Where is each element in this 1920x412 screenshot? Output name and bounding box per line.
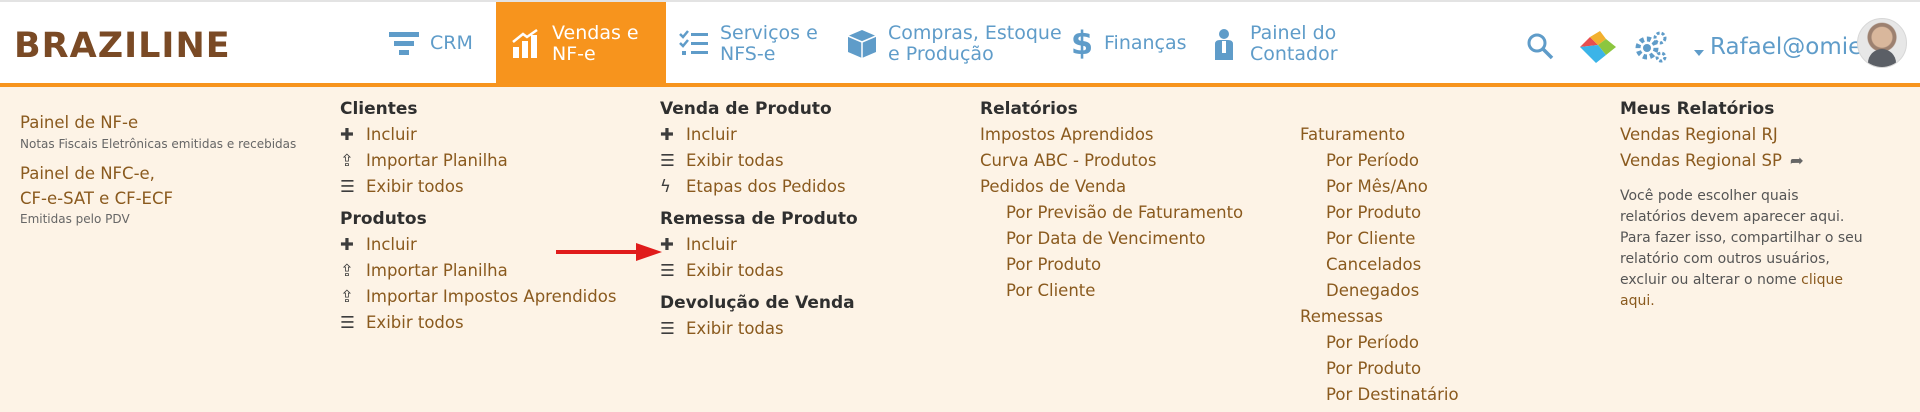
remessas-por-produto[interactable]: Por Produto — [1300, 356, 1600, 382]
nav-crm-label: CRM — [430, 32, 473, 54]
upload-icon: ⇪ — [340, 261, 354, 280]
heading-relatorios: Relatórios — [980, 99, 1078, 119]
plus-icon: ✚ — [340, 235, 354, 254]
nav-compras[interactable]: Compras, Estoque e Produção — [844, 2, 1062, 85]
devolucao-exibir-todas[interactable]: ☰ Exibir todas — [660, 316, 960, 342]
venda-exibir-todas[interactable]: ☰ Exibir todas — [660, 148, 960, 174]
nav-underline — [0, 83, 1920, 87]
upload-icon: ⇪ — [340, 287, 354, 306]
box-icon — [844, 26, 880, 62]
top-bar: BRAZILINE CRM Vendas e NF-e Serviços e NFS… — [0, 0, 1920, 85]
nav-financas[interactable]: $ Finanças — [1068, 2, 1187, 85]
checklist-icon — [676, 26, 712, 62]
dollar-icon: $ — [1070, 24, 1094, 62]
list-icon: ☰ — [660, 261, 675, 280]
list-icon: ☰ — [660, 319, 675, 338]
caret-down-icon[interactable] — [1694, 42, 1704, 61]
heading-devolucao-venda: Devolução de Venda — [660, 293, 855, 313]
list-icon: ☰ — [340, 313, 355, 332]
menu-col-faturamento: Faturamento Por Período Por Mês/Ano Por … — [1300, 96, 1600, 408]
nav-crm[interactable]: CRM — [386, 2, 473, 85]
remessa-incluir[interactable]: ✚ Incluir — [660, 232, 960, 258]
rel-remessas[interactable]: Remessas — [1300, 304, 1600, 330]
rel-pedidos-venda[interactable]: Pedidos de Venda — [980, 174, 1290, 200]
bar-chart-icon — [508, 26, 544, 62]
avatar[interactable] — [1857, 18, 1907, 68]
painel-nfce-desc: Emitidas pelo PDV — [20, 212, 130, 226]
funnel-icon — [386, 26, 422, 62]
heading-clientes: Clientes — [340, 99, 418, 119]
heading-produtos: Produtos — [340, 209, 427, 229]
list-icon: ☰ — [340, 177, 355, 196]
faturamento-por-cliente[interactable]: Por Cliente — [1300, 226, 1600, 252]
faturamento-denegados[interactable]: Denegados — [1300, 278, 1600, 304]
nav-servicos[interactable]: Serviços e NFS-e — [676, 2, 818, 85]
plus-icon: ✚ — [660, 235, 674, 254]
venda-incluir[interactable]: ✚ Incluir — [660, 122, 960, 148]
nav-vendas[interactable]: Vendas e NF-e — [496, 2, 666, 85]
venda-etapas-pedidos[interactable]: ϟ Etapas dos Pedidos — [660, 174, 960, 200]
user-menu[interactable]: Rafael@omie — [1710, 34, 1862, 60]
heading-venda-produto: Venda de Produto — [660, 99, 832, 119]
remessas-por-periodo[interactable]: Por Período — [1300, 330, 1600, 356]
person-icon — [1206, 26, 1242, 62]
app-logo[interactable]: BRAZILINE — [14, 26, 231, 66]
meu-rel-regional-sp[interactable]: Vendas Regional SP ➦ — [1620, 148, 1900, 174]
list-icon: ☰ — [660, 151, 675, 170]
heading-meus-relatorios: Meus Relatórios — [1620, 99, 1775, 119]
remessa-exibir-todas[interactable]: ☰ Exibir todas — [660, 258, 960, 284]
menu-col-painel: Painel de NF-e Notas Fiscais Eletrônicas… — [20, 110, 310, 228]
upload-icon: ⇪ — [340, 151, 354, 170]
faturamento-por-produto[interactable]: Por Produto — [1300, 200, 1600, 226]
menu-col-meus-relatorios: Meus Relatórios Vendas Regional RJ Venda… — [1620, 96, 1900, 312]
puzzle-icon[interactable] — [1578, 30, 1618, 68]
meu-rel-regional-rj[interactable]: Vendas Regional RJ — [1620, 122, 1900, 148]
pedidos-por-vencimento[interactable]: Por Data de Vencimento — [980, 226, 1290, 252]
nav-compras-label: Compras, Estoque e Produção — [888, 21, 1062, 65]
nav-servicos-label: Serviços e NFS-e — [720, 21, 818, 65]
link-painel-nfe[interactable]: Painel de NF-e — [20, 110, 310, 136]
meus-relatorios-note-1: Você pode escolher quais relatórios deve… — [1620, 188, 1845, 225]
pedidos-por-previsao[interactable]: Por Previsão de Faturamento — [980, 200, 1290, 226]
gear-icon[interactable] — [1634, 30, 1668, 68]
faturamento-cancelados[interactable]: Cancelados — [1300, 252, 1600, 278]
menu-col-vendas: Venda de Produto ✚ Incluir ☰ Exibir todas … — [660, 96, 960, 342]
nav-painel-label: Painel do Contador — [1250, 21, 1338, 65]
plus-icon: ✚ — [340, 125, 354, 144]
remessas-por-destinatario[interactable]: Por Destinatário — [1300, 382, 1600, 408]
produtos-exibir-todos[interactable]: ☰ Exibir todos — [340, 310, 640, 336]
clientes-incluir[interactable]: ✚ Incluir — [340, 122, 640, 148]
faturamento-por-mes-ano[interactable]: Por Mês/Ano — [1300, 174, 1600, 200]
nav-vendas-label: Vendas e NF-e — [552, 21, 639, 65]
share-icon[interactable]: ➦ — [1790, 148, 1804, 174]
plus-icon: ✚ — [660, 125, 674, 144]
pedidos-por-cliente[interactable]: Por Cliente — [980, 278, 1290, 304]
menu-col-cadastros: Clientes ✚ Incluir ⇪ Importar Planilha ☰ Ex… — [340, 96, 640, 336]
search-icon[interactable] — [1526, 32, 1554, 64]
rel-faturamento[interactable]: Faturamento — [1300, 122, 1600, 148]
link-painel-nfce[interactable]: Painel de NFC-e, CF-e-SAT e CF-ECF — [20, 161, 310, 211]
rel-curva-abc[interactable]: Curva ABC - Produtos — [980, 148, 1290, 174]
meus-relatorios-note-2: Para fazer isso, compartilhar o seu rela… — [1620, 230, 1863, 309]
heading-remessa-produto: Remessa de Produto — [660, 209, 858, 229]
bolt-icon: ϟ — [660, 177, 671, 196]
clientes-importar-planilha[interactable]: ⇪ Importar Planilha — [340, 148, 640, 174]
faturamento-por-periodo[interactable]: Por Período — [1300, 148, 1600, 174]
rel-impostos-aprendidos[interactable]: Impostos Aprendidos — [980, 122, 1290, 148]
clientes-exibir-todos[interactable]: ☰ Exibir todos — [340, 174, 640, 200]
pedidos-por-produto[interactable]: Por Produto — [980, 252, 1290, 278]
menu-col-relatorios: Relatórios Impostos Aprendidos Curva ABC… — [980, 96, 1290, 304]
nav-financas-label: Finanças — [1104, 32, 1187, 54]
produtos-importar-impostos[interactable]: ⇪ Importar Impostos Aprendidos — [340, 284, 640, 310]
painel-nfe-desc: Notas Fiscais Eletrônicas emitidas e rec… — [20, 137, 297, 151]
nav-painel-contador[interactable]: Painel do Contador — [1206, 2, 1338, 85]
annotation-arrow — [556, 243, 662, 265]
